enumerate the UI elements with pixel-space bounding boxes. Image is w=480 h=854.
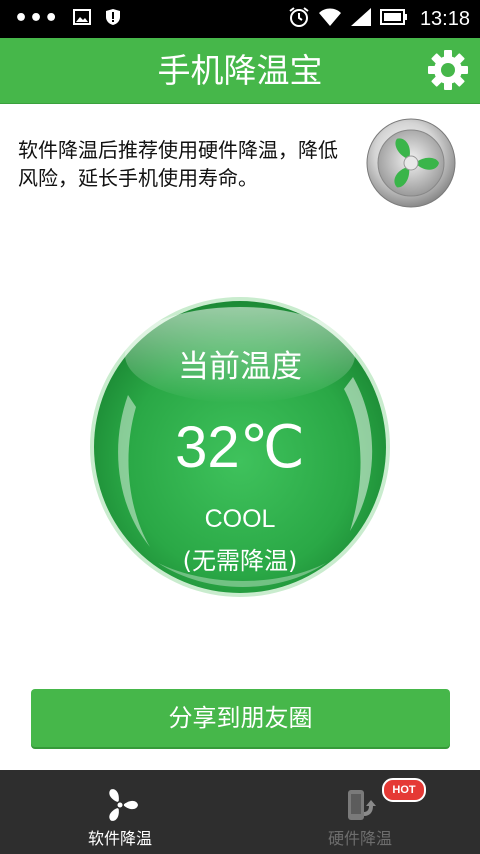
- status-bar-right: 13:18: [288, 0, 470, 38]
- image-icon: [73, 9, 92, 29]
- fan-button[interactable]: [366, 118, 456, 208]
- temperature-value: 32℃: [175, 415, 305, 480]
- settings-button[interactable]: [426, 48, 470, 92]
- tab-label: 硬件降温: [327, 829, 392, 848]
- battery-icon: [379, 8, 408, 30]
- wifi-icon: [318, 7, 342, 31]
- status-time: 13:18: [419, 7, 470, 30]
- app-header: 手机降温宝: [0, 38, 480, 104]
- phone-cooler-icon: [348, 790, 376, 820]
- temperature-label: 当前温度: [178, 349, 302, 385]
- more-dots-icon: •••: [14, 6, 60, 31]
- temperature-advice: (无需降温): [182, 547, 298, 575]
- status-bar-left: •••: [14, 0, 121, 38]
- temperature-status: COOL: [204, 505, 276, 533]
- hot-badge: HOT: [382, 778, 426, 802]
- tip-text: 软件降温后推荐使用硬件降温，降低风险，延长手机使用寿命。: [18, 138, 338, 190]
- status-bar: ••• 13:18: [0, 0, 480, 38]
- alarm-icon: [288, 6, 310, 32]
- tab-label: 软件降温: [87, 829, 152, 848]
- fan-icon: [366, 118, 456, 208]
- bottom-nav: 软件降温 HOT 硬件降温: [0, 770, 480, 854]
- tab-software-cooling[interactable]: 软件降温: [0, 770, 240, 854]
- tab-hardware-cooling[interactable]: HOT 硬件降温: [240, 770, 480, 854]
- shield-icon: [105, 8, 121, 30]
- app-title: 手机降温宝: [157, 51, 323, 90]
- temperature-orb: 当前温度 32℃ COOL (无需降温): [88, 295, 392, 599]
- share-button[interactable]: 分享到朋友圈: [31, 689, 450, 747]
- fan-icon: [109, 789, 138, 821]
- gear-icon: [428, 50, 468, 90]
- signal-icon: [350, 7, 372, 31]
